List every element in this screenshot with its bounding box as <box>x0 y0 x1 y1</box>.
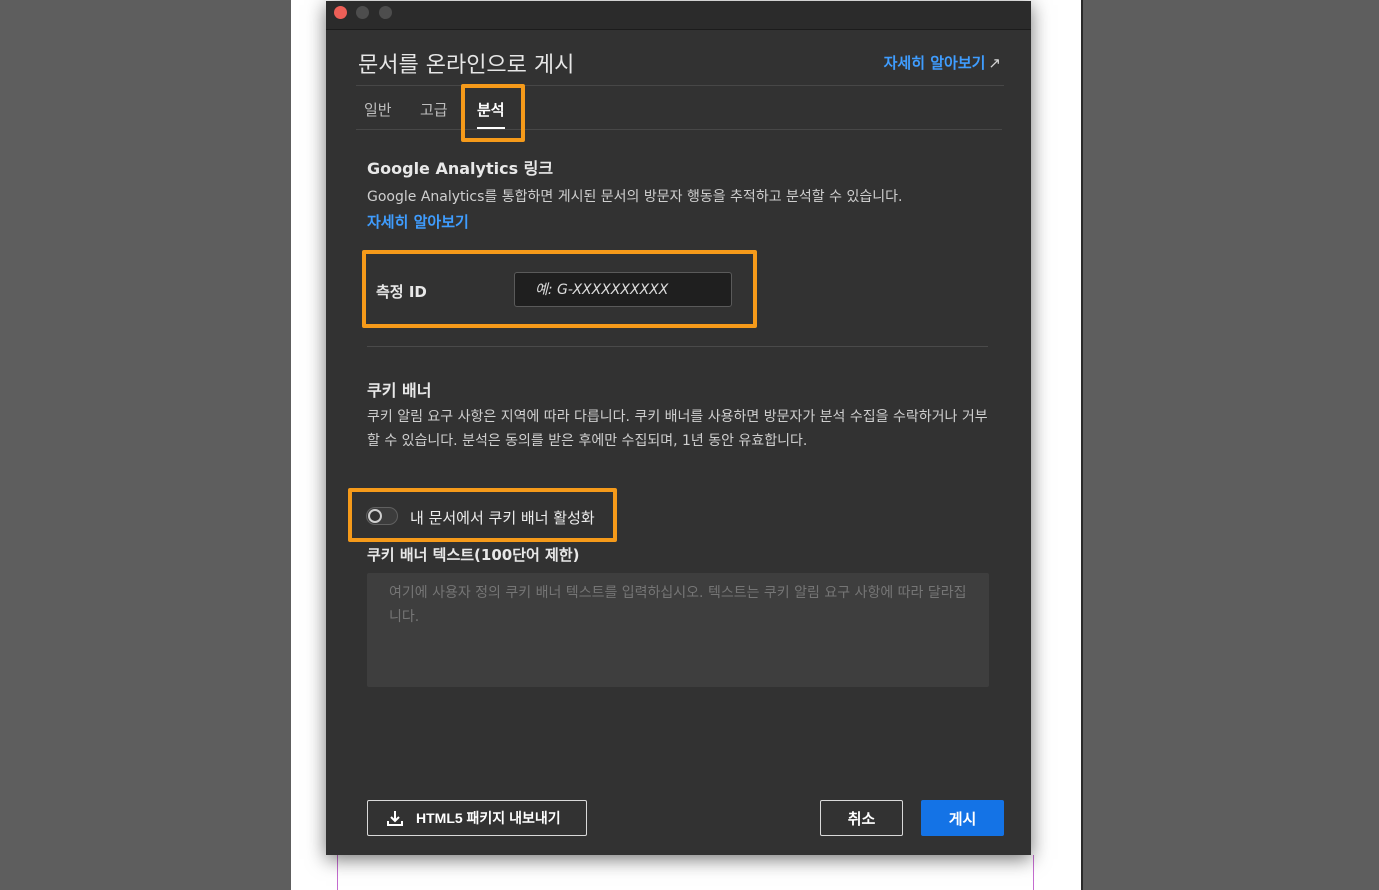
export-html5-package-button[interactable]: HTML5 패키지 내보내기 <box>367 800 587 836</box>
tab-advanced[interactable]: 고급 <box>420 99 448 120</box>
publish-online-dialog: 문서를 온라인으로 게시 자세히 알아보기 ↗ 일반 고급 분석 Google A… <box>326 1 1031 855</box>
analytics-heading: Google Analytics 링크 <box>367 159 554 178</box>
learn-more-label: 자세히 알아보기 <box>883 54 986 72</box>
measurement-id-label: 측정 ID <box>376 283 427 301</box>
minimize-window-button[interactable] <box>356 6 369 19</box>
cookie-banner-heading: 쿠키 배너 <box>367 381 432 400</box>
cookie-banner-toggle-label[interactable]: 내 문서에서 쿠키 배너 활성화 <box>410 507 595 528</box>
margin-guide-left <box>337 855 338 890</box>
analytics-description: Google Analytics를 통합하면 게시된 문서의 방문자 행동을 추… <box>367 189 903 205</box>
tab-general[interactable]: 일반 <box>364 99 392 120</box>
external-link-arrow-icon: ↗ <box>988 54 1001 72</box>
tab-divider <box>356 129 1002 130</box>
publish-button[interactable]: 게시 <box>921 800 1004 836</box>
toggle-knob <box>368 509 382 523</box>
cancel-button[interactable]: 취소 <box>820 800 903 836</box>
window-titlebar <box>326 1 1031 30</box>
cookie-banner-text-label: 쿠키 배너 텍스트(100단어 제한) <box>367 546 580 564</box>
section-divider <box>367 346 988 347</box>
margin-guide-right <box>1033 855 1034 890</box>
download-icon <box>387 811 403 826</box>
export-button-label: HTML5 패키지 내보내기 <box>416 810 561 826</box>
cookie-banner-text-input[interactable] <box>367 573 989 687</box>
dialog-title: 문서를 온라인으로 게시 <box>358 53 575 78</box>
cookie-banner-toggle[interactable] <box>366 507 398 525</box>
divider <box>356 85 1004 86</box>
cookie-banner-description: 쿠키 알림 요구 사항은 지역에 따라 다릅니다. 쿠키 배너를 사용하면 방문… <box>367 409 988 449</box>
maximize-window-button[interactable] <box>379 6 392 19</box>
learn-more-link[interactable]: 자세히 알아보기 ↗ <box>884 52 1001 73</box>
measurement-id-input[interactable] <box>514 272 732 307</box>
close-window-button[interactable] <box>334 6 347 19</box>
highlight-box-tab <box>461 84 525 142</box>
analytics-learn-more-link[interactable]: 자세히 알아보기 <box>367 211 469 232</box>
